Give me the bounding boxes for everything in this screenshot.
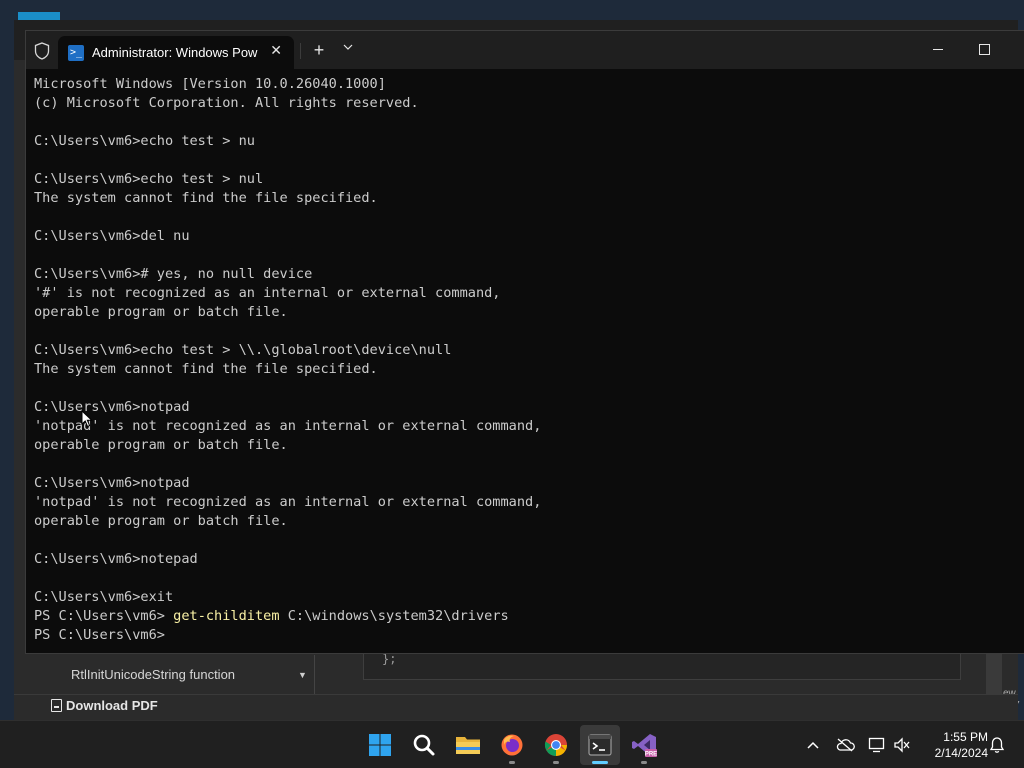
clock[interactable]: 1:55 PM 2/14/2024 [918, 729, 988, 761]
clock-date: 2/14/2024 [934, 746, 988, 760]
console-line: operable program or batch file. [34, 304, 288, 320]
chevron-up-icon [807, 741, 819, 749]
console-line: PS C:\Users\vm6> get-childitem C:\window… [34, 607, 1014, 626]
mouse-cursor-icon [81, 410, 93, 428]
search-button[interactable] [404, 725, 444, 765]
terminal-window[interactable]: >_ Administrator: Windows PowerShell ✕ +… [25, 30, 1024, 654]
clock-time: 1:55 PM [943, 730, 988, 744]
chrome-icon [544, 734, 567, 756]
console-line: Microsoft Windows [Version 10.0.26040.10… [34, 76, 386, 92]
code-block: }; [363, 652, 961, 680]
console-command: get-childitem [173, 608, 280, 624]
shield-icon [34, 42, 50, 60]
background-bottom-bar [14, 694, 1018, 720]
start-button[interactable] [360, 725, 400, 765]
console-line: operable program or batch file. [34, 437, 288, 453]
background-accent-strip [18, 12, 60, 20]
network-icon [868, 737, 885, 753]
chevron-down-icon[interactable] [340, 40, 356, 60]
console-line: C:\Users\vm6>exit [34, 589, 174, 605]
console-line: The system cannot find the file specifie… [34, 190, 378, 206]
search-icon [413, 734, 435, 756]
console-line: C:\Users\vm6>del nu [34, 228, 190, 244]
chevron-down-glyph [343, 44, 353, 50]
console-line: C:\Users\vm6># yes, no null device [34, 266, 313, 282]
onedrive-button[interactable] [834, 733, 856, 757]
folder-icon [456, 737, 480, 754]
console-args: C:\windows\system32\drivers [279, 608, 509, 624]
nav-item-rtlinitunicodestring[interactable]: RtlInitUnicodeString function [71, 667, 235, 682]
speaker-muted-icon [894, 737, 910, 753]
firefox-button[interactable] [492, 725, 532, 765]
volume-button[interactable] [892, 733, 912, 757]
firefox-icon [501, 734, 523, 756]
console-line: PS C:\Users\vm6> [34, 626, 1014, 645]
tab-separator [300, 43, 301, 59]
close-tab-icon[interactable]: ✕ [270, 42, 282, 59]
chrome-running-indicator [553, 761, 559, 764]
terminal-icon [588, 734, 612, 756]
terminal-active-indicator [592, 761, 608, 764]
firefox-running-indicator [509, 761, 515, 764]
console-line: C:\Users\vm6>echo test > nul [34, 171, 264, 187]
visual-studio-button[interactable]: PRE [624, 725, 664, 765]
console-line: C:\Users\vm6>echo test > \\.\globalroot\… [34, 342, 452, 358]
visual-studio-running-indicator [641, 761, 647, 764]
console-line: 'notpad' is not recognized as an interna… [34, 494, 542, 510]
file-explorer-button[interactable] [448, 725, 488, 765]
minimize-button[interactable] [926, 40, 950, 60]
bell-icon [989, 737, 1005, 753]
show-hidden-icons-button[interactable] [804, 733, 822, 757]
nav-scroll-down-icon[interactable]: ▼ [298, 670, 307, 680]
console-prompt: PS C:\Users\vm6> [34, 627, 174, 643]
maximize-button[interactable] [972, 40, 996, 60]
tab-title: Administrator: Windows PowerShell [92, 45, 258, 60]
console-line: C:\Users\vm6>notpad [34, 399, 190, 415]
console-line: C:\Users\vm6>notepad [34, 551, 198, 567]
notifications-button[interactable] [987, 733, 1007, 757]
tab-administrator-powershell[interactable]: >_ Administrator: Windows PowerShell ✕ [58, 36, 294, 69]
powershell-icon: >_ [68, 44, 84, 61]
console-line: C:\Users\vm6>echo test > nu [34, 133, 255, 149]
console-prompt: PS C:\Users\vm6> [34, 608, 174, 624]
download-pdf-link[interactable]: Download PDF [51, 698, 158, 713]
console-output[interactable]: Microsoft Windows [Version 10.0.26040.10… [34, 75, 1014, 645]
svg-text:PRE: PRE [645, 752, 657, 758]
taskbar: PRE 1:55 PM 2/14/2024 [0, 720, 1024, 768]
console-line: The system cannot find the file specifie… [34, 361, 378, 377]
console-line: operable program or batch file. [34, 513, 288, 529]
console-line: C:\Users\vm6>notpad [34, 475, 190, 491]
document-icon [51, 699, 62, 712]
visual-studio-icon: PRE [632, 734, 657, 758]
cloud-offline-icon [836, 738, 855, 752]
download-pdf-label: Download PDF [66, 698, 158, 713]
terminal-titlebar[interactable]: >_ Administrator: Windows PowerShell ✕ + [26, 31, 1024, 69]
console-line: 'notpad' is not recognized as an interna… [34, 418, 542, 434]
console-line: (c) Microsoft Corporation. All rights re… [34, 95, 419, 111]
code-fragment: }; [382, 652, 397, 666]
chrome-button[interactable] [536, 725, 576, 765]
console-line: '#' is not recognized as an internal or … [34, 285, 501, 301]
network-button[interactable] [866, 733, 888, 757]
terminal-button[interactable] [580, 725, 620, 765]
new-tab-button[interactable]: + [310, 39, 328, 61]
windows-logo-icon [369, 734, 391, 756]
